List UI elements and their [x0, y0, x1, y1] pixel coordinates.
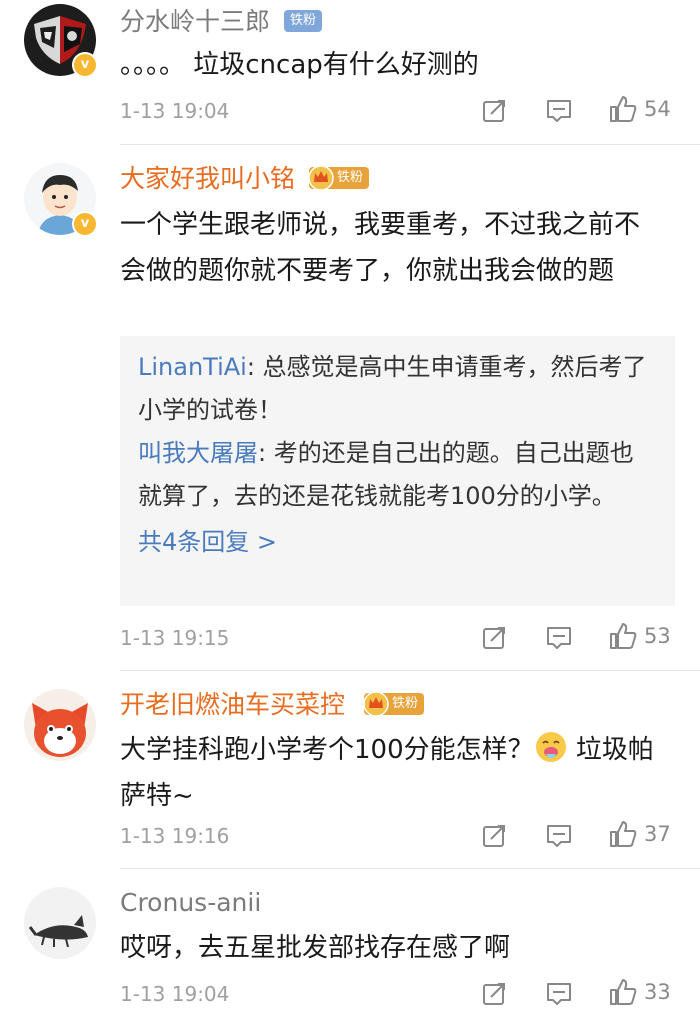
repost-icon — [483, 627, 505, 649]
avatar[interactable]: v — [24, 4, 98, 78]
username[interactable]: 开老旧燃油车买菜控 — [120, 689, 345, 721]
comment-text: 哎呀，去五星批发部找存在感了啊 — [120, 933, 511, 963]
like-count: 33 — [644, 980, 671, 1004]
like-button[interactable]: 54 — [608, 95, 671, 123]
like-button[interactable]: 37 — [608, 820, 671, 848]
comment-item: Cronus-anii 哎呀，去五星批发部找存在感了啊 1-13 19:04 3… — [0, 869, 700, 1020]
fan-badge: 铁粉 — [284, 10, 323, 32]
repost-icon — [483, 100, 505, 122]
reply-username[interactable]: LinanTiAi — [138, 353, 247, 381]
comment-text: 大学挂科跑小学考个100分能怎样？ 垃圾帕萨特~ — [120, 727, 665, 819]
avatar-image — [24, 689, 96, 761]
comment-text: 。。。。 垃圾cncap有什么好测的 — [120, 50, 479, 80]
repost-button[interactable] — [482, 980, 508, 1008]
fan-badge-label: 铁粉 — [337, 170, 364, 185]
reply-box[interactable]: LinanTiAi: 总感觉是高中生申请重考，然后考了小学的试卷！ 叫我大屠屠:… — [120, 336, 675, 606]
comment-button[interactable] — [545, 822, 573, 850]
comment-button[interactable] — [545, 97, 573, 125]
thumbs-up-icon — [610, 96, 637, 122]
comment-text: 一个学生跟老师说，我要重考，不过我之前不会做的题你就不要考了，你就出我会做的题 — [120, 210, 641, 286]
comment-icon — [547, 825, 571, 847]
comment-feed: v 分水岭十三郎 铁粉 。。。。 垃圾cncap有什么好测的 1-13 19:0… — [0, 0, 700, 1020]
comment-button[interactable] — [545, 624, 573, 652]
avatar[interactable]: v — [24, 163, 98, 237]
username[interactable]: Cronus-anii — [120, 887, 261, 919]
reply-username[interactable]: 叫我大屠屠 — [138, 439, 258, 467]
more-replies-link[interactable]: 共4条回复 > — [138, 518, 657, 566]
avatar-image — [24, 887, 96, 959]
comment-time: 1-13 19:04 — [120, 982, 230, 1006]
comment-icon — [547, 100, 571, 122]
reply-item: 叫我大屠屠: 考的还是自己出的题。自己出题也就算了，去的还是花钱就能考100分的… — [138, 432, 657, 518]
repost-button[interactable] — [482, 97, 508, 125]
verified-v-icon: v — [72, 52, 98, 78]
like-count: 37 — [644, 822, 671, 846]
like-count: 53 — [644, 624, 671, 648]
comment-time: 1-13 19:04 — [120, 99, 230, 123]
repost-button[interactable] — [482, 822, 508, 850]
comment-icon — [547, 627, 571, 649]
crown-icon — [363, 691, 389, 717]
like-count: 54 — [644, 97, 671, 121]
comment-item: v 大家好我叫小铭 铁粉 一个学生跟老师说，我要重考，不过我之前不会做的题你就不… — [0, 145, 700, 671]
avatar[interactable] — [24, 887, 96, 959]
vomit-emoji-icon — [535, 732, 566, 762]
comment-time: 1-13 19:15 — [120, 626, 230, 650]
comment-item: v 分水岭十三郎 铁粉 。。。。 垃圾cncap有什么好测的 1-13 19:0… — [0, 0, 700, 150]
comment-time: 1-13 19:16 — [120, 824, 230, 848]
verified-v-icon: v — [72, 211, 98, 237]
fan-badge-label: 铁粉 — [392, 696, 419, 711]
comment-text-part: 大学挂科跑小学考个100分能怎样？ — [120, 735, 534, 765]
repost-button[interactable] — [482, 624, 508, 652]
thumbs-up-icon — [610, 623, 637, 649]
fan-badge: 铁粉 — [308, 165, 370, 191]
like-button[interactable]: 33 — [608, 978, 671, 1006]
username[interactable]: 分水岭十三郎 — [120, 6, 270, 38]
comment-button[interactable] — [545, 980, 573, 1008]
thumbs-up-icon — [610, 821, 637, 847]
fan-badge: 铁粉 — [363, 691, 425, 717]
repost-icon — [483, 825, 505, 847]
comment-item: 开老旧燃油车买菜控 铁粉 大学挂科跑小学考个100分能怎样？ 垃圾帕萨特~ 1-… — [0, 671, 700, 869]
repost-icon — [483, 983, 505, 1005]
like-button[interactable]: 53 — [608, 622, 671, 650]
reply-item: LinanTiAi: 总感觉是高中生申请重考，然后考了小学的试卷！ — [138, 346, 657, 432]
thumbs-up-icon — [610, 979, 637, 1005]
crown-icon — [308, 165, 334, 191]
comment-icon — [547, 983, 571, 1005]
avatar[interactable] — [24, 689, 96, 761]
username[interactable]: 大家好我叫小铭 — [120, 163, 295, 195]
